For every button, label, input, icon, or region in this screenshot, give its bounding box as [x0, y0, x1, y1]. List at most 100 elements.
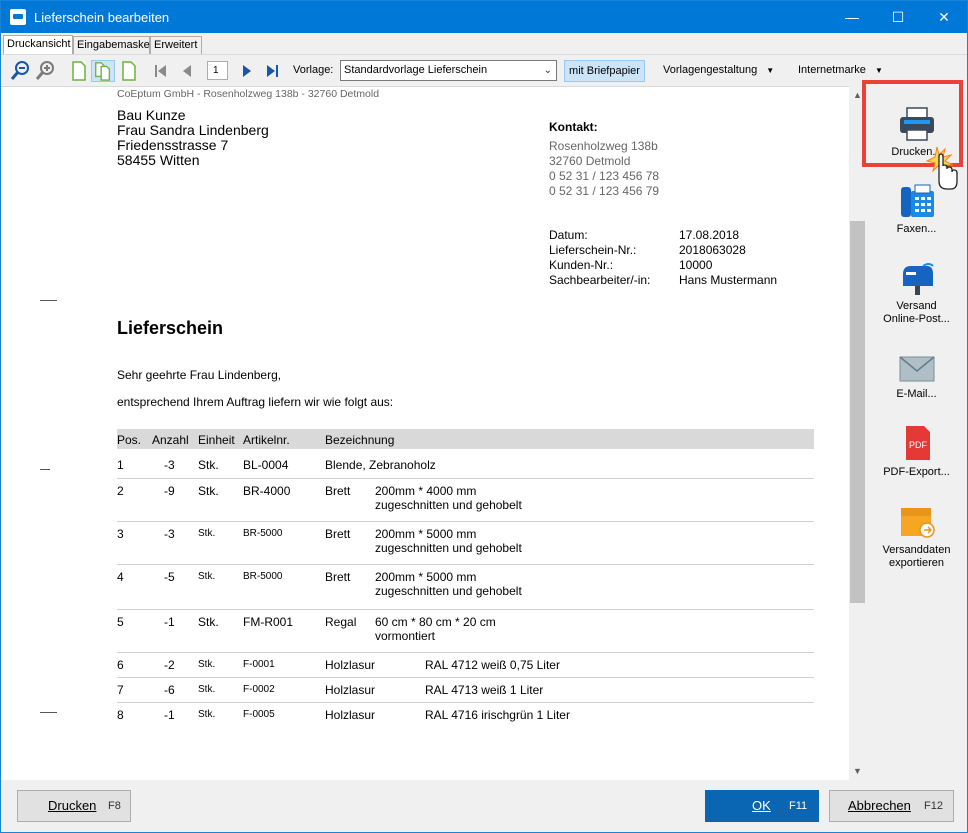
recipient-line: 58455 Witten	[117, 152, 200, 168]
contact-line: 0 52 31 / 123 456 78	[549, 169, 660, 183]
page-number-input[interactable]: 1	[207, 61, 228, 80]
versanddaten-action[interactable]: Versanddaten exportieren	[866, 504, 967, 570]
recipient-line: Friedensstrasse 7	[117, 137, 229, 153]
previous-page-icon[interactable]	[177, 60, 199, 82]
row-anzahl: -6	[164, 683, 175, 697]
contact-line: 32760 Detmold	[549, 154, 631, 168]
close-button[interactable]: ✕	[921, 1, 967, 33]
recipient-line: Frau Sandra Lindenberg	[117, 122, 269, 138]
vorlagengestaltung-label: Vorlagengestaltung	[663, 64, 758, 76]
zoom-out-icon[interactable]	[9, 60, 31, 82]
double-page-icon[interactable]	[91, 60, 115, 82]
single-page-icon[interactable]	[68, 60, 90, 82]
fold-mark	[40, 469, 50, 470]
tab-erweitert[interactable]: Erweitert	[150, 36, 202, 54]
row-artikelnr: FM-R001	[243, 615, 294, 629]
row-artikelnr: BR-4000	[243, 484, 291, 498]
row-einheit: Stk.	[198, 571, 216, 582]
vorlage-label: Vorlage:	[293, 64, 334, 76]
fax-action-label: Faxen...	[896, 223, 937, 235]
row-bezeichnung: Holzlasur	[325, 658, 376, 672]
window-title: Lieferschein bearbeiten	[34, 10, 170, 25]
contact-line: Rosenholzweg 138b	[549, 139, 658, 153]
email-action[interactable]: E-Mail...	[866, 354, 967, 401]
scroll-thumb[interactable]	[850, 221, 865, 603]
row-separator	[117, 652, 814, 653]
row-anzahl: -9	[164, 484, 175, 498]
row-separator	[117, 702, 814, 703]
dropdown-arrow-icon: ▼	[874, 66, 883, 75]
row-artikelnr: BR-5000	[243, 528, 283, 539]
pdf-icon-text: PDF	[909, 440, 928, 450]
row-detail: 200mm * 5000 mm	[375, 527, 477, 541]
sender-line: CoEptum GmbH - Rosenholzweg 138b - 32760…	[117, 88, 380, 100]
column-header: Anzahl	[152, 433, 189, 447]
row-anzahl: -3	[164, 527, 175, 541]
email-action-label: E-Mail...	[896, 388, 937, 400]
row-anzahl: -5	[164, 570, 175, 584]
maximize-button[interactable]: ☐	[875, 1, 921, 33]
row-detail: RAL 4716 irischgrün 1 Liter	[425, 708, 570, 722]
drucken-button-label: Drucken	[48, 798, 97, 813]
dialog-footer: Drucken F8 OK F11 Abbrechen F12	[1, 780, 967, 832]
online-post-action[interactable]: Versand Online-Post...	[866, 260, 967, 326]
first-page-icon[interactable]	[150, 60, 172, 82]
recipient-line: Bau Kunze	[117, 107, 186, 123]
versanddaten-label: Versanddaten	[882, 544, 951, 556]
pdf-export-label: PDF-Export...	[883, 466, 950, 478]
meta-value: 2018063028	[679, 243, 746, 257]
tab-druckansicht[interactable]: Druckansicht	[3, 35, 73, 54]
intro-text: entsprechend Ihrem Auftrag liefern wir w…	[117, 395, 394, 409]
row-anzahl: -1	[164, 708, 175, 722]
drucken-button[interactable]: Drucken F8	[17, 790, 131, 822]
vorlagengestaltung-menu[interactable]: Vorlagengestaltung ▼	[663, 64, 774, 76]
row-artikelnr: F-0005	[243, 709, 275, 720]
last-page-icon[interactable]	[262, 60, 284, 82]
row-einheit: Stk.	[198, 484, 219, 498]
row-detail: zugeschnitten und gehobelt	[375, 584, 522, 598]
abbrechen-button[interactable]: Abbrechen F12	[829, 790, 954, 822]
row-detail: zugeschnitten und gehobelt	[375, 498, 522, 512]
ok-shortcut: F11	[789, 800, 808, 812]
mailbox-icon	[902, 263, 934, 295]
package-export-icon	[900, 508, 935, 538]
vorlage-select[interactable]: Standardvorlage Lieferschein ⌄	[340, 60, 557, 81]
vertical-scrollbar[interactable]: ▲ ▼	[849, 86, 866, 780]
row-pos: 6	[117, 658, 124, 672]
column-header: Bezeichnung	[325, 433, 395, 447]
ok-button[interactable]: OK F11	[705, 790, 819, 822]
row-detail: RAL 4713 weiß 1 Liter	[425, 683, 544, 697]
row-bezeichnung: Brett	[325, 484, 351, 498]
scroll-down-icon[interactable]: ▼	[849, 766, 866, 776]
fold-mark	[40, 712, 57, 713]
next-page-icon[interactable]	[236, 60, 258, 82]
row-pos: 5	[117, 615, 124, 629]
pdf-export-action[interactable]: PDF PDF-Export...	[866, 424, 967, 479]
page-width-icon[interactable]	[118, 60, 140, 82]
contact-line: 0 52 31 / 123 456 79	[549, 184, 660, 198]
drucken-shortcut: F8	[108, 800, 121, 812]
print-preview[interactable]: CoEptum GmbH - Rosenholzweg 138b - 32760…	[1, 86, 849, 780]
document-heading: Lieferschein	[117, 318, 224, 338]
internetmarke-menu[interactable]: Internetmarke ▼	[798, 64, 883, 76]
row-artikelnr: F-0002	[243, 684, 275, 695]
row-pos: 7	[117, 683, 124, 697]
row-bezeichnung: Holzlasur	[325, 683, 376, 697]
minimize-button[interactable]: —	[829, 1, 875, 33]
briefpapier-toggle[interactable]: mit Briefpapier	[564, 60, 645, 82]
row-einheit: Stk.	[198, 684, 216, 695]
row-anzahl: -2	[164, 658, 175, 672]
tab-eingabemaske[interactable]: Eingabemaske	[73, 36, 150, 54]
pdf-icon: PDF	[905, 426, 930, 460]
contact-title: Kontakt:	[549, 120, 598, 134]
row-einheit: Stk.	[198, 659, 216, 670]
row-bezeichnung: Brett	[325, 570, 351, 584]
row-detail: vormontiert	[375, 629, 436, 643]
row-detail: 200mm * 5000 mm	[375, 570, 477, 584]
abbrechen-shortcut: F12	[924, 800, 943, 812]
row-separator	[117, 564, 814, 565]
zoom-in-icon[interactable]	[34, 60, 56, 82]
row-anzahl: -3	[164, 458, 175, 472]
salutation: Sehr geehrte Frau Lindenberg,	[117, 368, 282, 382]
meta-value: 10000	[679, 258, 713, 272]
